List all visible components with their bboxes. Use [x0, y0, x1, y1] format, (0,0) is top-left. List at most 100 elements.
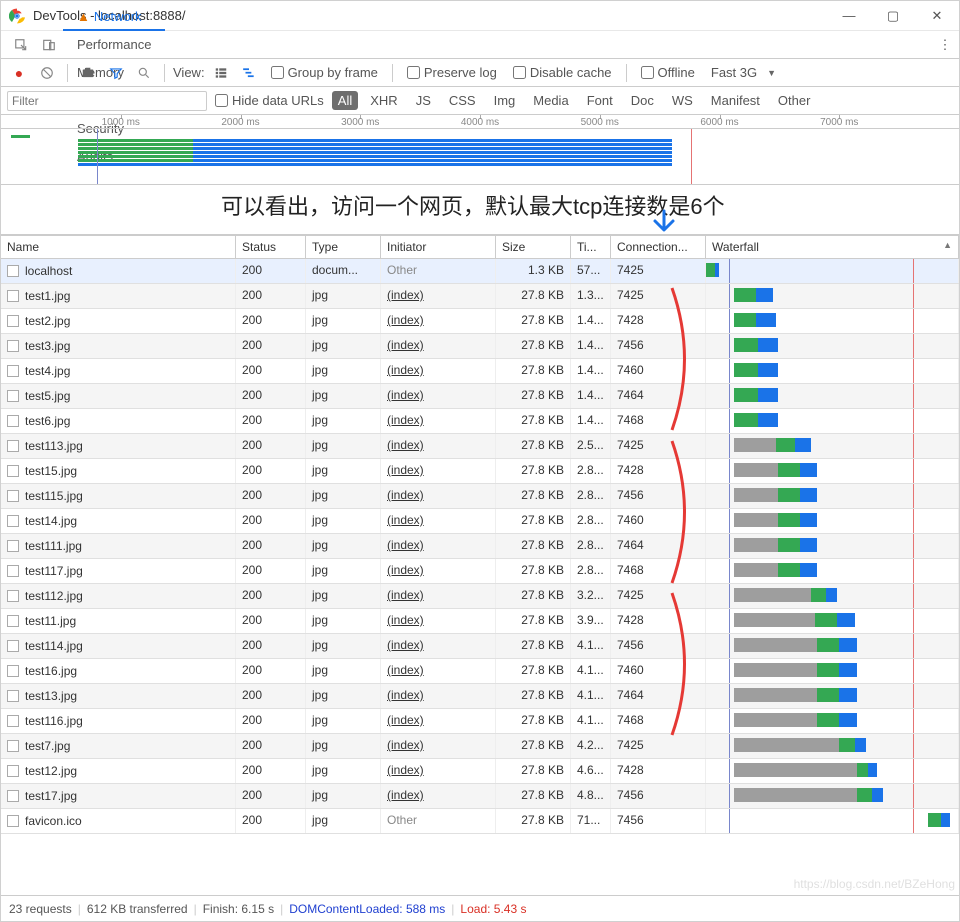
table-row[interactable]: test116.jpg200jpg(index)27.8 KB4.1...746… — [1, 709, 959, 734]
initiator-link[interactable]: (index) — [387, 313, 424, 327]
file-icon — [7, 265, 19, 277]
device-toggle-icon[interactable] — [35, 38, 63, 52]
table-row[interactable]: test112.jpg200jpg(index)27.8 KB3.2...742… — [1, 584, 959, 609]
filter-chip-css[interactable]: CSS — [443, 91, 482, 110]
initiator-link[interactable]: (index) — [387, 663, 424, 677]
initiator-link[interactable]: (index) — [387, 438, 424, 452]
initiator-link[interactable]: (index) — [387, 513, 424, 527]
file-icon — [7, 515, 19, 527]
initiator-link[interactable]: (index) — [387, 288, 424, 302]
filter-chip-js[interactable]: JS — [410, 91, 437, 110]
initiator-link[interactable]: (index) — [387, 638, 424, 652]
table-row[interactable]: test4.jpg200jpg(index)27.8 KB1.4...7460 — [1, 359, 959, 384]
view-waterfall-icon[interactable] — [237, 61, 261, 85]
file-icon — [7, 465, 19, 477]
filter-chip-doc[interactable]: Doc — [625, 91, 660, 110]
col-time[interactable]: Ti... — [571, 236, 611, 258]
initiator-link[interactable]: (index) — [387, 613, 424, 627]
filter-toggle-icon[interactable] — [104, 61, 128, 85]
filter-chip-font[interactable]: Font — [581, 91, 619, 110]
filter-chip-manifest[interactable]: Manifest — [705, 91, 766, 110]
col-name[interactable]: Name — [1, 236, 236, 258]
search-icon[interactable] — [132, 61, 156, 85]
offline-checkbox[interactable]: Offline — [635, 65, 701, 80]
table-row[interactable]: test117.jpg200jpg(index)27.8 KB2.8...746… — [1, 559, 959, 584]
initiator-link[interactable]: (index) — [387, 713, 424, 727]
record-button[interactable]: ● — [7, 61, 31, 85]
table-row[interactable]: test15.jpg200jpg(index)27.8 KB2.8...7428 — [1, 459, 959, 484]
table-row[interactable]: test16.jpg200jpg(index)27.8 KB4.1...7460 — [1, 659, 959, 684]
initiator-link[interactable]: (index) — [387, 363, 424, 377]
request-name: test7.jpg — [25, 739, 70, 753]
table-row[interactable]: test114.jpg200jpg(index)27.8 KB4.1...745… — [1, 634, 959, 659]
initiator-link[interactable]: (index) — [387, 763, 424, 777]
request-name: localhost — [25, 264, 72, 278]
tab-performance[interactable]: Performance — [63, 31, 165, 59]
initiator-link[interactable]: (index) — [387, 463, 424, 477]
table-row[interactable]: test113.jpg200jpg(index)27.8 KB2.5...742… — [1, 434, 959, 459]
disable-cache-checkbox[interactable]: Disable cache — [507, 65, 618, 80]
table-row[interactable]: test13.jpg200jpg(index)27.8 KB4.1...7464 — [1, 684, 959, 709]
inspect-icon[interactable] — [7, 38, 35, 52]
filter-chip-ws[interactable]: WS — [666, 91, 699, 110]
chevron-down-icon[interactable]: ▼ — [767, 68, 776, 78]
table-row[interactable]: test111.jpg200jpg(index)27.8 KB2.8...746… — [1, 534, 959, 559]
throttling-select[interactable]: Fast 3G — [705, 65, 763, 80]
maximize-button[interactable]: ▢ — [871, 1, 915, 31]
more-icon[interactable]: ⋮ — [931, 37, 959, 53]
status-load: Load: 5.43 s — [460, 902, 526, 916]
clear-button[interactable] — [35, 61, 59, 85]
table-row[interactable]: test17.jpg200jpg(index)27.8 KB4.8...7456 — [1, 784, 959, 809]
table-row[interactable]: favicon.ico200jpgOther27.8 KB71...7456 — [1, 809, 959, 834]
filter-input[interactable] — [7, 91, 207, 111]
initiator-link[interactable]: (index) — [387, 688, 424, 702]
initiator-link[interactable]: (index) — [387, 488, 424, 502]
table-row[interactable]: test11.jpg200jpg(index)27.8 KB3.9...7428 — [1, 609, 959, 634]
close-button[interactable]: ✕ — [915, 1, 959, 31]
timeline-overview[interactable] — [1, 129, 959, 185]
filter-chip-other[interactable]: Other — [772, 91, 817, 110]
timeline-ruler[interactable]: 1000 ms2000 ms3000 ms4000 ms5000 ms6000 … — [1, 115, 959, 129]
col-connection[interactable]: Connection... — [611, 236, 706, 258]
capture-screenshot-icon[interactable] — [76, 61, 100, 85]
initiator-link[interactable]: (index) — [387, 388, 424, 402]
request-name: test114.jpg — [25, 639, 83, 653]
col-waterfall[interactable]: Waterfall▲ — [706, 236, 959, 258]
request-name: test11.jpg — [25, 614, 76, 628]
table-row[interactable]: test7.jpg200jpg(index)27.8 KB4.2...7425 — [1, 734, 959, 759]
table-row[interactable]: test3.jpg200jpg(index)27.8 KB1.4...7456 — [1, 334, 959, 359]
filter-chip-img[interactable]: Img — [488, 91, 522, 110]
table-row[interactable]: test2.jpg200jpg(index)27.8 KB1.4...7428 — [1, 309, 959, 334]
initiator-link[interactable]: (index) — [387, 738, 424, 752]
initiator-link[interactable]: (index) — [387, 413, 424, 427]
table-row[interactable]: test14.jpg200jpg(index)27.8 KB2.8...7460 — [1, 509, 959, 534]
col-size[interactable]: Size — [496, 236, 571, 258]
initiator-link[interactable]: (index) — [387, 788, 424, 802]
col-type[interactable]: Type — [306, 236, 381, 258]
request-name: test5.jpg — [25, 389, 70, 403]
initiator-link[interactable]: (index) — [387, 563, 424, 577]
hide-data-urls-checkbox[interactable]: Hide data URLs — [215, 93, 324, 108]
preserve-log-checkbox[interactable]: Preserve log — [401, 65, 503, 80]
group-by-frame-checkbox[interactable]: Group by frame — [265, 65, 384, 80]
table-row[interactable]: test6.jpg200jpg(index)27.8 KB1.4...7468 — [1, 409, 959, 434]
filter-chip-all[interactable]: All — [332, 91, 358, 110]
table-row[interactable]: test12.jpg200jpg(index)27.8 KB4.6...7428 — [1, 759, 959, 784]
table-row[interactable]: test1.jpg200jpg(index)27.8 KB1.3...7425 — [1, 284, 959, 309]
file-icon — [7, 565, 19, 577]
table-row[interactable]: test5.jpg200jpg(index)27.8 KB1.4...7464 — [1, 384, 959, 409]
col-initiator[interactable]: Initiator — [381, 236, 496, 258]
initiator-link[interactable]: (index) — [387, 588, 424, 602]
table-row[interactable]: localhost200docum...Other1.3 KB57...7425 — [1, 259, 959, 284]
col-status[interactable]: Status — [236, 236, 306, 258]
filter-chip-xhr[interactable]: XHR — [364, 91, 403, 110]
initiator-link[interactable]: (index) — [387, 338, 424, 352]
view-list-icon[interactable] — [209, 61, 233, 85]
file-icon — [7, 715, 19, 727]
table-row[interactable]: test115.jpg200jpg(index)27.8 KB2.8...745… — [1, 484, 959, 509]
filter-chip-media[interactable]: Media — [527, 91, 574, 110]
annotation-strip: 可以看出，访问一个网页，默认最大tcp连接数是6个 — [1, 185, 959, 235]
initiator-link[interactable]: (index) — [387, 538, 424, 552]
minimize-button[interactable]: — — [827, 1, 871, 31]
tab-network[interactable]: ▲Network — [63, 3, 165, 31]
